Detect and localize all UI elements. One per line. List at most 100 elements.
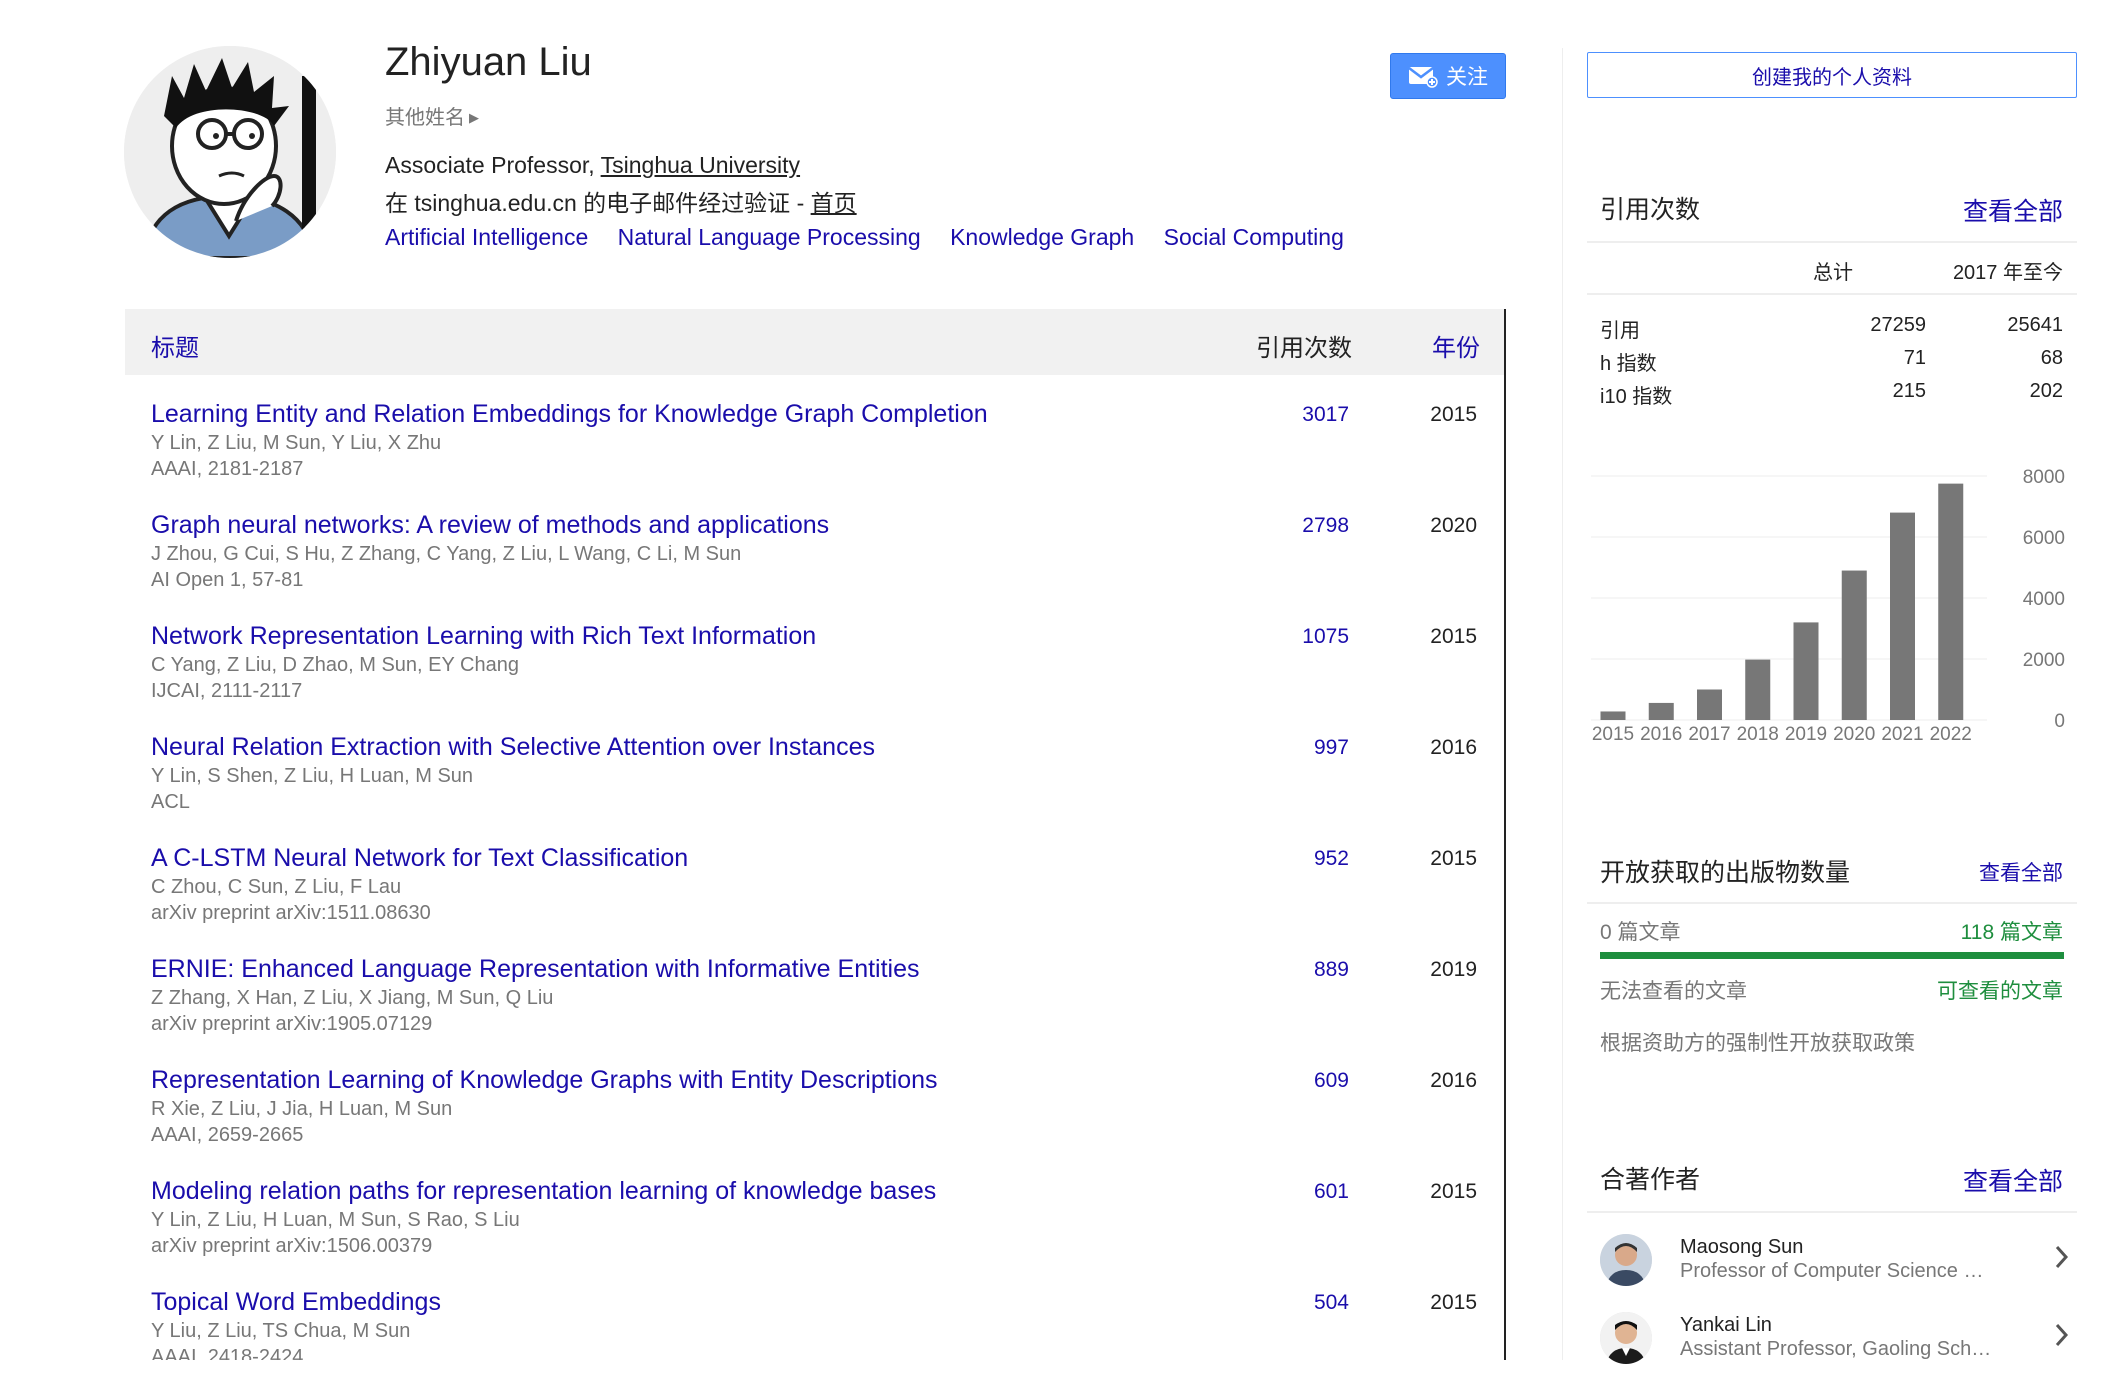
cited-by-count-link[interactable]: 889: [1314, 958, 1349, 982]
cited-by-count-link[interactable]: 952: [1314, 847, 1349, 871]
other-names-toggle[interactable]: 其他姓名 ▶: [385, 101, 479, 130]
table-row: Representation Learning of Knowledge Gra…: [125, 1066, 1503, 1176]
cited-by-count-link[interactable]: 997: [1314, 736, 1349, 760]
citation-bar[interactable]: [1745, 659, 1771, 720]
table-row: Modeling relation paths for representati…: [125, 1177, 1503, 1287]
article-title-link[interactable]: Graph neural networks: A review of metho…: [151, 511, 829, 540]
citation-bar[interactable]: [1697, 689, 1722, 721]
article-title-link[interactable]: Learning Entity and Relation Embeddings …: [151, 400, 988, 429]
follow-button[interactable]: 关注: [1390, 53, 1506, 99]
citation-bar[interactable]: [1600, 711, 1626, 720]
article-title-link[interactable]: ERNIE: Enhanced Language Representation …: [151, 955, 920, 984]
article-year: 2020: [1430, 514, 1477, 537]
table-row: Network Representation Learning with Ric…: [125, 622, 1503, 732]
cited-by-count-link[interactable]: 2798: [1302, 514, 1349, 538]
article-title-link[interactable]: Modeling relation paths for representati…: [151, 1177, 936, 1206]
interest-link[interactable]: Natural Language Processing: [618, 224, 921, 250]
y-tick-label: 6000: [2023, 528, 2065, 549]
citations-section-title: 引用次数: [1600, 196, 1701, 224]
articles-table-header: 标题 引用次数 年份: [125, 309, 1505, 375]
metric-since: 68: [2040, 347, 2063, 369]
total-column-header: 总计: [1813, 262, 1853, 284]
article-year: 2015: [1430, 1180, 1477, 1203]
article-title-link[interactable]: Neural Relation Extraction with Selectiv…: [151, 733, 875, 762]
article-venue: arXiv preprint arXiv:1506.00379: [151, 1235, 433, 1257]
citation-bar[interactable]: [1841, 570, 1867, 720]
citations-view-all-link[interactable]: 查看全部: [1963, 192, 2063, 228]
article-title-link[interactable]: Representation Learning of Knowledge Gra…: [151, 1066, 938, 1095]
coauthor-name: Maosong Sun: [1680, 1236, 1804, 1258]
citation-bar[interactable]: [1648, 702, 1674, 720]
table-row: Graph neural networks: A review of metho…: [125, 511, 1503, 621]
y-tick-label: 8000: [2023, 467, 2065, 488]
cited-by-count-link[interactable]: 1075: [1302, 625, 1349, 649]
article-authors: C Zhou, C Sun, Z Liu, F Lau: [151, 876, 402, 898]
article-title-link[interactable]: Network Representation Learning with Ric…: [151, 622, 816, 651]
metric-label: 引用: [1600, 320, 1640, 342]
x-tick-label: 2022: [1930, 724, 1972, 745]
article-venue: AAAI, 2181-2187: [151, 458, 304, 480]
article-venue: AAAI, 2418-2424: [151, 1346, 304, 1360]
profile-name: Zhiyuan Liu: [385, 40, 592, 84]
cited-by-count-link[interactable]: 601: [1314, 1180, 1349, 1204]
profile-affiliation: Associate Professor, Tsinghua University: [385, 152, 800, 179]
article-venue: arXiv preprint arXiv:1511.08630: [151, 902, 431, 924]
coauthors-view-all-link[interactable]: 查看全部: [1963, 1162, 2063, 1198]
article-authors: Y Liu, Z Liu, TS Chua, M Sun: [151, 1320, 411, 1342]
cited-by-count-link[interactable]: 504: [1314, 1291, 1349, 1315]
section-divider: [1587, 902, 2077, 904]
article-venue: AAAI, 2659-2665: [151, 1124, 304, 1146]
sort-by-title-header[interactable]: 标题: [151, 328, 199, 363]
article-title-link[interactable]: Topical Word Embeddings: [151, 1288, 441, 1317]
email-add-icon: [1408, 67, 1438, 88]
section-divider: [1587, 1211, 2077, 1213]
cited-by-count-link[interactable]: 3017: [1302, 403, 1349, 427]
article-authors: J Zhou, G Cui, S Hu, Z Zhang, C Yang, Z …: [151, 543, 742, 565]
article-authors: C Yang, Z Liu, D Zhao, M Sun, EY Chang: [151, 654, 519, 676]
x-tick-label: 2015: [1592, 724, 1634, 745]
metric-row: i10 指数 215 202: [1600, 380, 2063, 408]
coauthor-affiliation: Assistant Professor, Gaoling Sch…: [1680, 1338, 1992, 1360]
interest-link[interactable]: Artificial Intelligence: [385, 224, 588, 250]
article-authors: R Xie, Z Liu, J Jia, H Luan, M Sun: [151, 1098, 453, 1120]
triangle-right-icon: ▶: [469, 110, 479, 125]
sort-by-year-header[interactable]: 年份: [1432, 328, 1480, 363]
coauthor-item[interactable]: Maosong Sun Professor of Computer Scienc…: [1600, 1234, 2070, 1304]
interest-link[interactable]: Knowledge Graph: [950, 224, 1134, 250]
create-profile-button[interactable]: 创建我的个人资料: [1587, 52, 2077, 98]
citation-bar[interactable]: [1890, 512, 1915, 720]
x-tick-label: 2016: [1640, 724, 1682, 745]
interest-link[interactable]: Social Computing: [1164, 224, 1344, 250]
table-row: A C-LSTM Neural Network for Text Classif…: [125, 844, 1503, 954]
table-divider: [1504, 309, 1506, 1360]
article-title-link[interactable]: A C-LSTM Neural Network for Text Classif…: [151, 844, 688, 873]
coauthors-section-title: 合著作者: [1600, 1166, 1701, 1194]
coauthor-item[interactable]: Yankai Lin Assistant Professor, Gaoling …: [1600, 1312, 2070, 1382]
affiliation-link[interactable]: Tsinghua University: [601, 152, 800, 178]
verified-email-text: 在 tsinghua.edu.cn 的电子邮件经过验证 -: [385, 190, 811, 216]
open-access-view-all-link[interactable]: 查看全部: [1953, 857, 2063, 887]
citation-bar[interactable]: [1938, 483, 1964, 720]
coauthor-name: Yankai Lin: [1680, 1314, 1772, 1336]
homepage-link[interactable]: 首页: [811, 190, 857, 216]
coauthor-avatar: [1600, 1234, 1652, 1286]
table-row: ERNIE: Enhanced Language Representation …: [125, 955, 1503, 1065]
article-venue: AI Open 1, 57-81: [151, 569, 304, 591]
metric-total: 215: [1892, 380, 1926, 402]
article-venue: IJCAI, 2111-2117: [151, 680, 303, 702]
x-tick-label: 2021: [1881, 724, 1923, 745]
article-authors: Z Zhang, X Han, Z Liu, X Jiang, M Sun, Q…: [151, 987, 554, 1009]
metric-label: i10 指数: [1600, 386, 1673, 408]
article-authors: Y Lin, Z Liu, H Luan, M Sun, S Rao, S Li…: [151, 1209, 520, 1231]
article-year: 2019: [1430, 958, 1477, 981]
section-divider: [1587, 293, 2077, 295]
metric-row: h 指数 71 68: [1600, 347, 2063, 375]
citation-bar[interactable]: [1793, 622, 1819, 720]
cited-by-count-link[interactable]: 609: [1314, 1069, 1349, 1093]
column-divider: [1562, 48, 1563, 1360]
article-year: 2016: [1430, 736, 1477, 759]
table-row: Learning Entity and Relation Embeddings …: [125, 400, 1503, 510]
open-access-progress-bar: [1600, 952, 2064, 959]
coauthor-affiliation: Professor of Computer Science …: [1680, 1260, 1984, 1282]
table-row: Topical Word Embeddings Y Liu, Z Liu, TS…: [125, 1288, 1503, 1360]
